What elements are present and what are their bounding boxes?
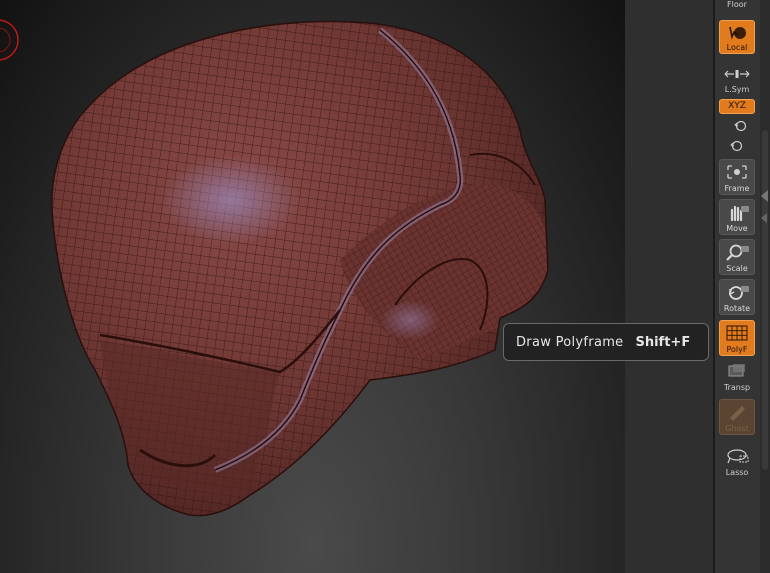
tooltip-shortcut: Shift+F <box>635 334 691 350</box>
lsym-button[interactable]: L.Sym <box>719 66 755 94</box>
lasso-icon <box>727 449 749 464</box>
xyz-label: XYZ <box>728 101 746 111</box>
canvas-margin <box>625 0 714 573</box>
scale-label: Scale <box>726 264 748 273</box>
floor-button[interactable]: Floor <box>719 0 755 14</box>
rotate-z-axis-button[interactable] <box>719 138 755 152</box>
local-button[interactable]: Local <box>719 20 755 54</box>
xyz-button[interactable]: XYZ <box>719 99 755 114</box>
ghost-button[interactable]: Ghost <box>719 399 755 435</box>
ghost-icon <box>730 406 745 421</box>
tooltip: Draw Polyframe Shift+F <box>503 323 709 361</box>
transp-icon <box>728 364 745 377</box>
rotate-button[interactable]: Rotate <box>719 279 755 315</box>
tooltip-label: Draw Polyframe <box>516 334 624 350</box>
polyframe-grid-icon <box>726 325 748 341</box>
frame-button[interactable]: Frame <box>719 159 755 195</box>
sculpt-viewport[interactable] <box>0 0 625 573</box>
y-axis-rotate-icon <box>734 120 747 132</box>
rotate-label: Rotate <box>723 304 751 313</box>
polyf-button[interactable]: PolyF <box>719 320 755 356</box>
lsym-icon <box>724 70 750 78</box>
move-button[interactable]: Move <box>719 199 755 235</box>
helmet-model[interactable] <box>0 0 625 573</box>
polyf-label: PolyF <box>726 345 748 354</box>
ghost-label: Ghost <box>725 424 749 433</box>
collapse-arrow-icon[interactable] <box>761 190 768 202</box>
lsym-label: L.Sym <box>724 85 750 94</box>
scale-magnifier-icon <box>726 244 749 261</box>
move-hand-icon <box>730 205 749 222</box>
expand-arrow-icon[interactable] <box>761 213 767 223</box>
frame-label: Frame <box>724 184 750 193</box>
move-label: Move <box>726 224 748 233</box>
brush-cursor <box>0 19 19 61</box>
rotate-y-axis-button[interactable] <box>719 118 755 132</box>
local-label: Local <box>726 43 748 52</box>
floor-label: Floor <box>727 0 747 9</box>
frame-icon <box>727 165 747 179</box>
shelf-scrollbar[interactable] <box>762 130 768 470</box>
lasso-label: Lasso <box>725 468 749 477</box>
z-axis-rotate-icon <box>730 140 743 152</box>
transp-button[interactable]: Transp <box>719 363 755 393</box>
scale-button[interactable]: Scale <box>719 239 755 275</box>
rotate-icon <box>729 286 749 300</box>
transp-label: Transp <box>723 383 751 392</box>
local-icon <box>729 26 746 40</box>
right-tool-shelf: Floor Local L.Sym XYZ Frame Move Scale R… <box>715 0 760 573</box>
lasso-button[interactable]: Lasso <box>719 448 755 477</box>
shelf-edge-handle[interactable] <box>760 0 770 573</box>
